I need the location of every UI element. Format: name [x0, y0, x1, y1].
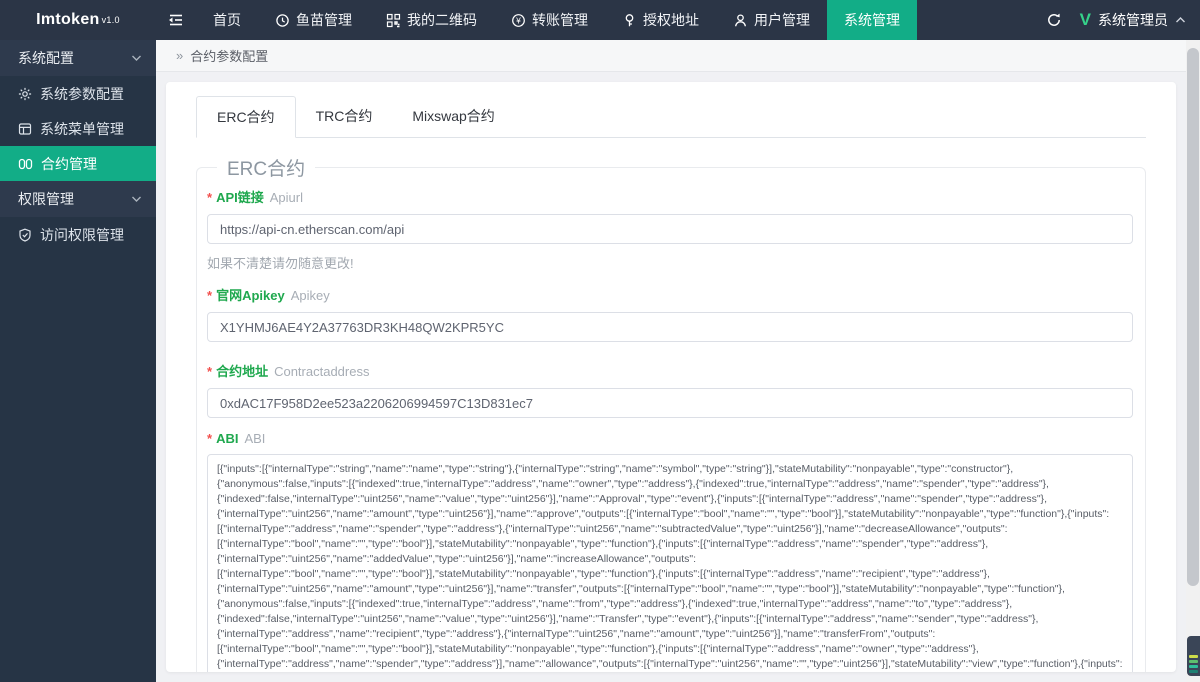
breadcrumb-arrows-icon: » — [176, 48, 184, 63]
tab-mixswap-contract[interactable]: Mixswap合约 — [392, 96, 514, 137]
nav-item-my-qrcode[interactable]: 我的二维码 — [369, 0, 494, 40]
field-label-en: Apikey — [290, 288, 330, 303]
contract-icon — [18, 157, 33, 171]
nav-item-user-management[interactable]: 用户管理 — [716, 0, 827, 40]
widget-stripe — [1189, 655, 1198, 658]
chevron-down-icon — [131, 54, 142, 62]
clock-icon — [275, 13, 290, 28]
field-label: * 官网Apikey Apikey — [207, 285, 1133, 304]
shield-check-icon — [18, 228, 32, 242]
sidebar: 系统配置 系统参数配置 系统菜单管理 合约管理 权限管理 访问权限管理 — [0, 40, 156, 682]
scrollbar-thumb[interactable] — [1187, 48, 1199, 586]
sidebar-item-system-menu[interactable]: 系统菜单管理 — [0, 111, 156, 146]
field-contract-address: * 合约地址 Contractaddress — [207, 361, 1133, 418]
field-label-zh: 官网Apikey — [216, 288, 285, 303]
chevron-down-icon — [131, 195, 142, 203]
sidebar-item-label: 访问权限管理 — [40, 226, 124, 243]
app-root: Imtoken v1.0 首页 鱼苗管理 我的二维码 ¥ 转账管理 授权地址 用… — [0, 0, 1200, 682]
field-label-en: Apiurl — [269, 190, 303, 205]
apiurl-help-text: 如果不清楚请勿随意更改! — [207, 256, 354, 271]
breadcrumb: » 合约参数配置 — [156, 40, 1186, 72]
apikey-input[interactable] — [207, 312, 1133, 342]
gear-icon — [18, 87, 32, 101]
header-right: V 系统管理员 — [1046, 0, 1200, 40]
user-menu[interactable]: V 系统管理员 — [1080, 10, 1186, 30]
erc-contract-fieldset: ERC合约 * API链接 Apiurl 如果不清楚请勿随意更改! * — [196, 154, 1146, 672]
field-label: * ABI ABI — [207, 431, 1133, 446]
field-label-en: ABI — [244, 431, 266, 446]
sidebar-group-permission[interactable]: 权限管理 — [0, 181, 156, 217]
abi-textarea[interactable] — [207, 454, 1133, 672]
refresh-button[interactable] — [1046, 12, 1062, 28]
hamburger-icon — [167, 11, 185, 29]
app-logo-version: v1.0 — [101, 15, 120, 25]
field-label-zh: API链接 — [216, 190, 264, 205]
nav-label: 用户管理 — [754, 12, 810, 28]
sidebar-group-label: 权限管理 — [18, 191, 74, 207]
required-asterisk: * — [207, 364, 213, 379]
qrcode-icon — [386, 13, 401, 28]
floating-widget[interactable] — [1187, 636, 1200, 676]
widget-stripe — [1189, 660, 1198, 663]
nav-item-system-management[interactable]: 系统管理 — [827, 0, 917, 40]
nav-label: 鱼苗管理 — [296, 12, 352, 28]
field-apiurl: * API链接 Apiurl 如果不清楚请勿随意更改! — [207, 187, 1133, 272]
sidebar-item-system-params[interactable]: 系统参数配置 — [0, 76, 156, 111]
widget-stripe — [1189, 670, 1198, 673]
app-logo: Imtoken v1.0 — [0, 0, 156, 40]
top-header: Imtoken v1.0 首页 鱼苗管理 我的二维码 ¥ 转账管理 授权地址 用… — [0, 0, 1200, 40]
nav-label: 授权地址 — [643, 12, 699, 28]
svg-text:¥: ¥ — [515, 15, 521, 25]
nav-label: 转账管理 — [532, 12, 588, 28]
required-asterisk: * — [207, 288, 213, 303]
sidebar-item-contract-management[interactable]: 合约管理 — [0, 146, 156, 181]
required-asterisk: * — [207, 431, 213, 446]
user-icon — [733, 13, 748, 28]
tab-trc-contract[interactable]: TRC合约 — [296, 96, 393, 137]
vertical-scrollbar[interactable] — [1186, 40, 1200, 682]
required-asterisk: * — [207, 190, 213, 205]
fieldset-title: ERC合约 — [227, 159, 306, 180]
nav-label: 我的二维码 — [407, 12, 477, 28]
sidebar-group-label: 系统配置 — [18, 50, 74, 66]
nav-label: 系统管理 — [844, 12, 900, 28]
main-area: » 合约参数配置 ERC合约 TRC合约 Mixswap合约 ERC合约 * A… — [156, 40, 1186, 682]
nav-item-transfer-management[interactable]: ¥ 转账管理 — [494, 0, 605, 40]
menu-panel-icon — [18, 122, 32, 136]
sidebar-item-label: 系统菜单管理 — [40, 120, 124, 137]
tab-erc-contract[interactable]: ERC合约 — [196, 96, 296, 138]
v-logo-icon: V — [1079, 10, 1091, 29]
field-label-zh: ABI — [216, 431, 239, 446]
content-card: ERC合约 TRC合约 Mixswap合约 ERC合约 * API链接 Apiu… — [166, 82, 1176, 672]
sidebar-group-system-config[interactable]: 系统配置 — [0, 40, 156, 76]
sidebar-item-access-permission[interactable]: 访问权限管理 — [0, 217, 156, 252]
apiurl-input[interactable] — [207, 214, 1133, 244]
sidebar-toggle-button[interactable] — [156, 0, 196, 40]
key-icon — [622, 13, 637, 28]
yen-icon: ¥ — [511, 13, 526, 28]
nav-item-home[interactable]: 首页 — [196, 0, 258, 40]
breadcrumb-text: 合约参数配置 — [190, 49, 269, 64]
field-apikey: * 官网Apikey Apikey — [207, 285, 1133, 342]
field-label-en: Contractaddress — [274, 364, 370, 379]
main-nav: 首页 鱼苗管理 我的二维码 ¥ 转账管理 授权地址 用户管理 系统管理 — [196, 0, 917, 40]
nav-label: 首页 — [213, 12, 241, 28]
username-label: 系统管理员 — [1098, 12, 1168, 28]
content-wrapper: ERC合约 TRC合约 Mixswap合约 ERC合约 * API链接 Apiu… — [156, 72, 1186, 682]
field-abi: * ABI ABI — [207, 431, 1133, 672]
refresh-icon — [1046, 12, 1062, 28]
contract-tabs: ERC合约 TRC合约 Mixswap合约 — [196, 96, 1146, 138]
sidebar-item-label: 合约管理 — [41, 155, 97, 172]
field-label: * API链接 Apiurl — [207, 187, 1133, 206]
field-label: * 合约地址 Contractaddress — [207, 361, 1133, 380]
nav-item-fry-management[interactable]: 鱼苗管理 — [258, 0, 369, 40]
app-logo-text: Imtoken — [36, 11, 100, 28]
nav-item-authorized-address[interactable]: 授权地址 — [605, 0, 716, 40]
sidebar-item-label: 系统参数配置 — [40, 85, 124, 102]
widget-stripe — [1189, 665, 1198, 668]
contract-address-input[interactable] — [207, 388, 1133, 418]
chevron-up-icon — [1175, 16, 1186, 24]
field-label-zh: 合约地址 — [216, 364, 269, 379]
